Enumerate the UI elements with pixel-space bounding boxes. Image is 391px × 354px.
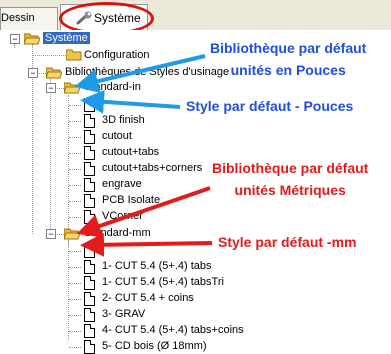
document-icon <box>84 178 95 192</box>
tree-style-item[interactable]: engrave <box>102 178 142 190</box>
document-icon <box>84 146 95 160</box>
annotation-style-mm: Style par défaut -mm <box>218 234 357 250</box>
tree-line <box>69 251 81 252</box>
tree-style-item[interactable]: 1- CUT 5.4 (5+.4) tabs <box>102 260 212 272</box>
folder-open-icon <box>64 228 80 240</box>
document-icon <box>84 292 95 306</box>
document-icon <box>84 162 95 176</box>
tree-line <box>69 105 81 106</box>
folder-icon <box>66 49 82 61</box>
document-icon <box>84 210 95 224</box>
tab-systeme-label: Système <box>94 11 141 25</box>
folder-open-icon <box>64 82 80 94</box>
tree-item-standard-in[interactable]: Standard-in <box>84 81 141 93</box>
tree-line <box>69 315 81 316</box>
tree-line <box>69 283 81 284</box>
tree-style-item[interactable]: 1- CUT 5.4 (5+.4) tabsTri <box>102 276 224 288</box>
document-icon <box>84 340 95 354</box>
tree-line <box>68 241 69 340</box>
tree-style-item[interactable]: cutout+tabs <box>102 146 159 158</box>
tree-line <box>14 44 15 48</box>
document-icon <box>84 276 95 290</box>
tree-line <box>69 267 81 268</box>
tree-item-standard-mm[interactable]: Standard-mm <box>84 227 151 239</box>
collapse-toggle[interactable]: − <box>28 68 38 78</box>
collapse-toggle[interactable]: − <box>46 229 56 239</box>
tree-style-item[interactable]: 2- CUT 5.4 + coins <box>102 292 194 304</box>
tab-bar: Dessin Système <box>0 0 391 35</box>
annotation-style-pouces: Style par défaut - Pouces <box>186 98 354 114</box>
tree-line <box>55 234 64 235</box>
tree-line <box>69 347 81 348</box>
tree-style-item[interactable]: cutout <box>102 130 132 142</box>
tree-line <box>69 137 81 138</box>
tree-style-item[interactable]: VCorner <box>102 210 143 222</box>
document-icon <box>84 98 95 112</box>
document-icon <box>84 130 95 144</box>
tab-dessin-label: Dessin <box>1 12 35 24</box>
annotation-line: unités Métriques <box>234 182 346 198</box>
tree-line <box>69 331 81 332</box>
tree-style-item[interactable]: 5- CD bois (Ø 18mm) <box>102 340 207 352</box>
tree-item-libraries[interactable]: Bibliothèques de Styles d'usinage <box>65 66 229 78</box>
folder-open-icon <box>46 67 62 79</box>
tree-style-item[interactable]: 4- CUT 5.4 (5+.4) tabs+coins <box>102 324 244 336</box>
annotation-line: Bibliothèque par défaut <box>212 160 369 176</box>
tree-line <box>55 88 64 89</box>
tree-line <box>69 185 81 186</box>
tree-style-item[interactable]: PCB Isolate <box>102 194 160 206</box>
tree-line <box>68 95 69 245</box>
tree-line <box>32 55 66 56</box>
tree-item-configuration[interactable]: Configuration <box>84 49 149 61</box>
tree-line <box>69 121 81 122</box>
document-icon <box>84 114 95 128</box>
tree-line <box>69 299 81 300</box>
tree-root-label[interactable]: Système <box>43 32 90 44</box>
document-icon <box>84 260 95 274</box>
tree-line <box>69 169 81 170</box>
document-icon <box>84 194 95 208</box>
tree-line <box>69 201 81 202</box>
tree-line <box>37 73 46 74</box>
annotation-line: Bibliothèque par défaut <box>210 40 367 56</box>
collapse-toggle[interactable]: − <box>46 83 56 93</box>
document-icon <box>84 324 95 338</box>
tree-style-item[interactable]: 3- GRAV <box>102 308 145 320</box>
annotation-lib-pouces: Bibliothèque par défaut unités en Pouces <box>210 40 366 78</box>
document-icon <box>84 244 95 258</box>
wrench-icon <box>76 11 92 25</box>
tab-systeme[interactable]: Système <box>60 4 148 31</box>
tree-line <box>69 153 81 154</box>
annotation-lib-metriques: Bibliothèque par défaut unités Métriques <box>212 160 368 198</box>
tree-style-item[interactable]: cutout+tabs+corners <box>102 162 202 174</box>
collapse-toggle[interactable]: − <box>10 34 20 44</box>
annotation-line: unités en Pouces <box>230 62 346 78</box>
tree-line <box>50 79 51 235</box>
folder-open-icon <box>24 33 40 45</box>
tree-line <box>69 217 81 218</box>
tab-dessin[interactable]: Dessin <box>0 7 58 30</box>
document-icon <box>84 308 95 322</box>
tree-style-item[interactable]: 3D finish <box>102 114 145 126</box>
